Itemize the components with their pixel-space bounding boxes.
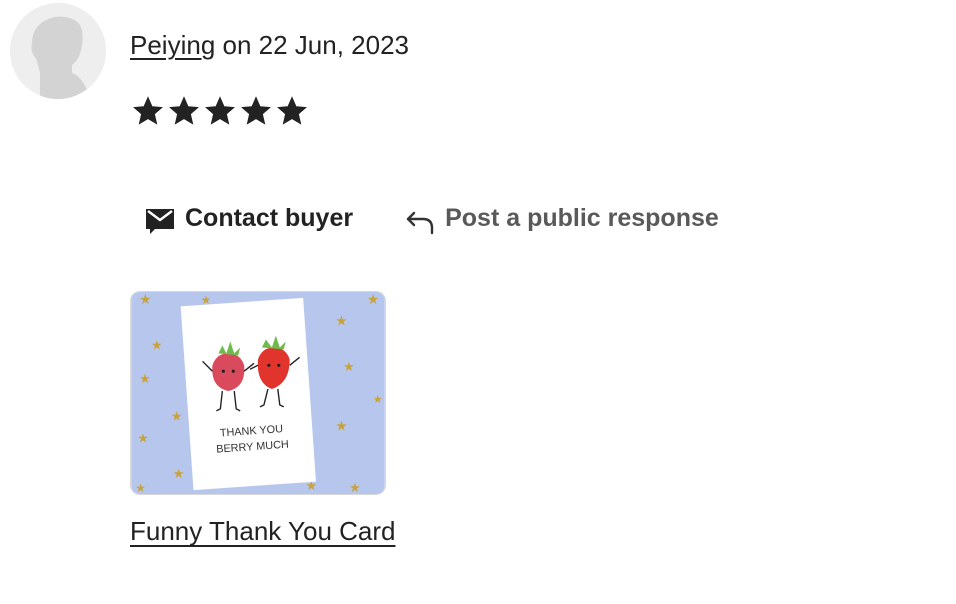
svg-text:★: ★ (335, 313, 347, 329)
reply-arrow-icon (405, 200, 435, 236)
product-thumbnail[interactable]: ★ ★ ★ ★ ★ ★ ★ ★ ★ ★ ★ ★ ★ ★ ★ THANK YOU … (130, 291, 386, 495)
envelope-icon (145, 200, 175, 236)
svg-text:★: ★ (135, 481, 146, 494)
default-avatar-silhouette-icon (10, 3, 106, 99)
review-actions: Contact buyer Post a public response (145, 200, 719, 236)
svg-text:★: ★ (373, 394, 383, 406)
post-public-response-label: Post a public response (445, 203, 719, 232)
reviewer-name-link[interactable]: Peiying (130, 30, 215, 60)
svg-text:★: ★ (335, 418, 347, 434)
star-icon (238, 93, 274, 129)
reviewer-avatar[interactable] (10, 3, 106, 99)
review-date: on 22 Jun, 2023 (215, 30, 410, 60)
post-public-response-button[interactable]: Post a public response (405, 200, 719, 236)
star-icon (274, 93, 310, 129)
contact-buyer-label: Contact buyer (185, 203, 354, 232)
product-title-link[interactable]: Funny Thank You Card (130, 516, 395, 547)
star-icon (130, 93, 166, 129)
svg-text:★: ★ (139, 292, 151, 307)
svg-text:★: ★ (137, 431, 149, 446)
star-rating (130, 93, 310, 129)
thank-you-card-image: ★ ★ ★ ★ ★ ★ ★ ★ ★ ★ ★ ★ ★ ★ ★ THANK YOU … (131, 292, 385, 494)
svg-text:★: ★ (367, 292, 379, 307)
svg-text:★: ★ (343, 359, 355, 374)
star-icon (166, 93, 202, 129)
svg-text:★: ★ (173, 466, 185, 481)
star-icon (202, 93, 238, 129)
svg-text:★: ★ (139, 371, 151, 386)
svg-text:★: ★ (151, 337, 163, 352)
contact-buyer-button[interactable]: Contact buyer (145, 200, 353, 236)
svg-text:★: ★ (171, 409, 183, 424)
svg-text:★: ★ (349, 480, 361, 494)
review-header: Peiying on 22 Jun, 2023 (130, 28, 409, 62)
